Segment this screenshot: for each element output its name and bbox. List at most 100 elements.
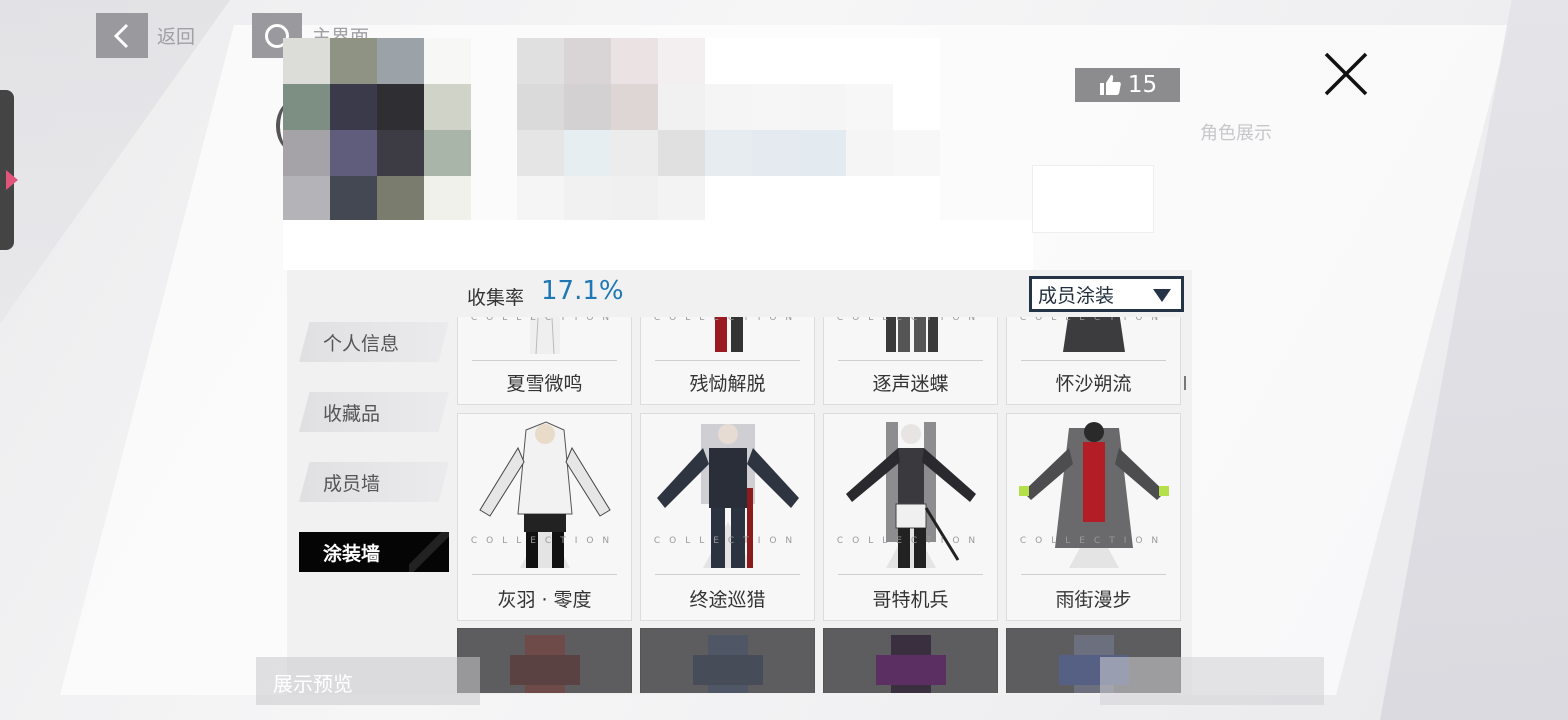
mosaic-pixel [799, 130, 846, 176]
mosaic-pixel [752, 84, 799, 130]
card-divider [838, 574, 983, 575]
mosaic-pixel [799, 84, 846, 130]
skin-type-dropdown[interactable]: 成员涂装 [1029, 276, 1184, 312]
skin-card-locked[interactable] [640, 628, 815, 693]
skin-name: 哥特机兵 [872, 589, 949, 611]
menu-item-label: 个人信息 [323, 332, 400, 355]
mosaic-pixel [377, 38, 424, 84]
mosaic-pixel [611, 38, 658, 84]
mosaic-pixel [658, 38, 705, 84]
preview-label[interactable]: 展示预览 [273, 668, 353, 697]
collection-watermark: COLLECTION [653, 536, 802, 546]
mosaic-pixel [893, 84, 940, 130]
mosaic-pixel [705, 38, 752, 84]
pixelated-avatar [283, 38, 471, 222]
skin-figure-image [509, 635, 580, 693]
mosaic-pixel [893, 130, 940, 176]
mosaic-pixel [564, 84, 611, 130]
collection-watermark: COLLECTION [836, 536, 985, 546]
skin-card[interactable]: COLLECTION 逐声迷蝶 [823, 317, 998, 405]
card-divider [838, 360, 983, 361]
mosaic-pixel [517, 38, 564, 84]
menu-item-skin-wall[interactable]: 涂装墙 [299, 532, 449, 572]
mosaic-pixel [611, 176, 658, 222]
mosaic-pixel [564, 130, 611, 176]
mosaic-pixel [424, 84, 471, 130]
mosaic-pixel [658, 130, 705, 176]
collection-watermark: COLLECTION [1019, 317, 1168, 323]
mosaic-pixel [517, 176, 564, 222]
card-divider [655, 360, 800, 361]
skin-wall-panel: 收集率 17.1% 成员涂装 个人信息 收藏品 成员墙 涂装墙 COLLECTI… [287, 270, 1192, 695]
close-button[interactable] [1318, 48, 1372, 102]
mosaic-pixel [424, 130, 471, 176]
close-icon [1324, 52, 1368, 96]
profile-plate [283, 220, 1033, 270]
mosaic-pixel [283, 130, 330, 176]
mosaic-pixel [752, 130, 799, 176]
mosaic-pixel [893, 176, 940, 222]
mosaic-pixel [846, 176, 893, 222]
dropdown-triangle-icon [1153, 289, 1171, 302]
skin-card[interactable]: COLLECTION 灰羽 · 零度 [457, 413, 632, 621]
mosaic-pixel [517, 84, 564, 130]
mosaic-pixel [705, 84, 752, 130]
collection-watermark: COLLECTION [836, 317, 985, 323]
card-divider [472, 574, 617, 575]
collection-watermark: COLLECTION [470, 536, 619, 546]
mosaic-pixel [846, 84, 893, 130]
mosaic-pixel [564, 176, 611, 222]
mosaic-pixel [330, 176, 377, 222]
mosaic-pixel [658, 84, 705, 130]
skin-grid: COLLECTION 夏雪微鸣 COLLECTION 残恸解脱 COLLECTI… [457, 317, 1184, 693]
skin-name: 终途巡猎 [689, 589, 766, 611]
collection-watermark: COLLECTION [1019, 536, 1168, 546]
mosaic-pixel [330, 130, 377, 176]
skin-card[interactable]: COLLECTION 怀沙朔流 [1006, 317, 1181, 405]
like-count: 15 [1127, 72, 1158, 98]
skin-name: 雨街漫步 [1055, 589, 1132, 611]
menu-item-profile[interactable]: 个人信息 [299, 322, 449, 362]
skin-card[interactable]: COLLECTION 终途巡猎 [640, 413, 815, 621]
mosaic-pixel [846, 130, 893, 176]
skin-card[interactable]: COLLECTION 雨街漫步 [1006, 413, 1181, 621]
mosaic-pixel [283, 176, 330, 222]
card-divider [1021, 574, 1166, 575]
mosaic-pixel [705, 176, 752, 222]
mosaic-pixel [330, 38, 377, 84]
skin-card-locked[interactable] [457, 628, 632, 693]
character-display-label: 角色展示 [1200, 123, 1272, 144]
skin-name: 残恸解脱 [689, 373, 766, 395]
menu-item-member-wall[interactable]: 成员墙 [299, 462, 449, 502]
mosaic-pixel [705, 130, 752, 176]
skin-card[interactable]: COLLECTION 哥特机兵 [823, 413, 998, 621]
skin-name: 灰羽 · 零度 [497, 589, 592, 611]
mosaic-pixel [377, 84, 424, 130]
menu-item-label: 收藏品 [323, 402, 381, 425]
skin-name: 逐声迷蝶 [872, 373, 949, 395]
skin-card-locked[interactable] [823, 628, 998, 693]
pixelated-profile-info [517, 38, 940, 222]
skin-name: 夏雪微鸣 [506, 373, 583, 395]
mosaic-pixel [424, 176, 471, 222]
bottom-right-button[interactable] [1100, 657, 1324, 705]
skin-card[interactable]: COLLECTION 残恸解脱 [640, 317, 815, 405]
skin-card[interactable]: COLLECTION 夏雪微鸣 [457, 317, 632, 405]
scrollbar[interactable] [1184, 376, 1186, 390]
back-label[interactable]: 返回 [157, 22, 195, 49]
mosaic-pixel [424, 38, 471, 84]
mosaic-pixel [611, 84, 658, 130]
like-badge[interactable]: 15 [1075, 68, 1180, 102]
menu-item-label: 涂装墙 [323, 542, 381, 565]
mosaic-pixel [799, 38, 846, 84]
skin-figure-image [875, 635, 946, 693]
card-divider [472, 360, 617, 361]
mosaic-pixel [564, 38, 611, 84]
collection-watermark: COLLECTION [653, 317, 802, 323]
collection-rate-label: 收集率 [467, 287, 525, 309]
profile-plate-right [1032, 165, 1154, 233]
menu-item-collectibles[interactable]: 收藏品 [299, 392, 449, 432]
mosaic-pixel [846, 38, 893, 84]
mosaic-pixel [283, 84, 330, 130]
back-button[interactable] [96, 13, 148, 58]
